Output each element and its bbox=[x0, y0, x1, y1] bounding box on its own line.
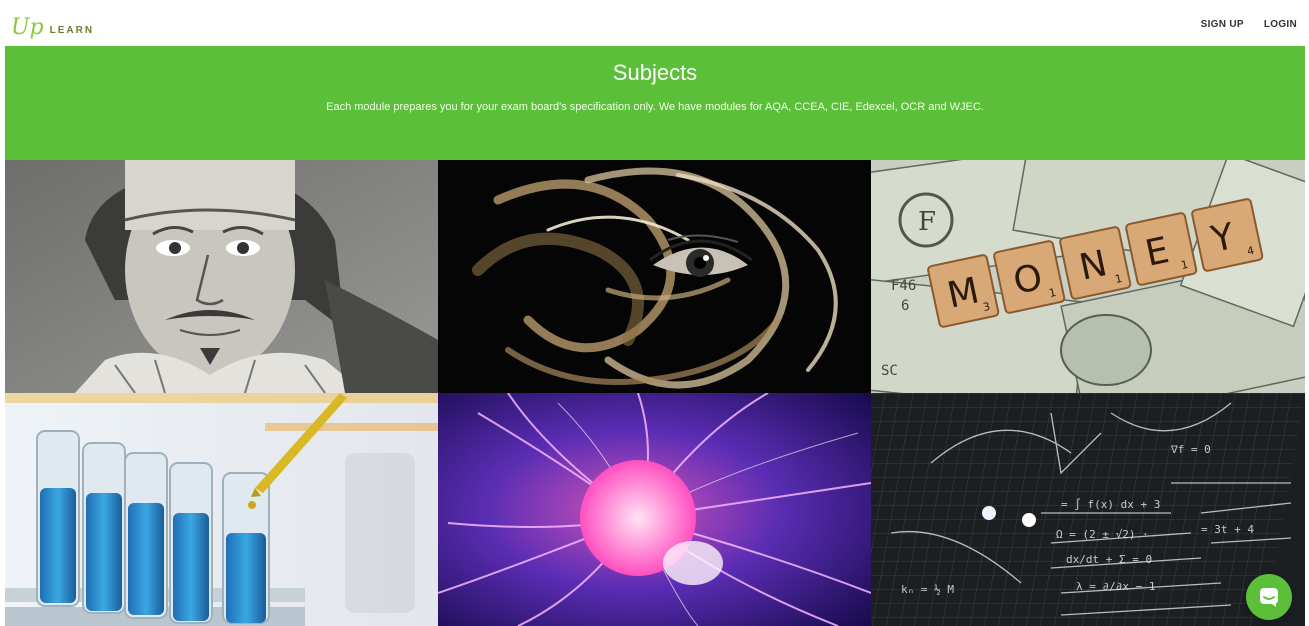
subjects-banner: Subjects Each module prepares you for yo… bbox=[5, 46, 1305, 160]
scrabble-tile: E1 bbox=[1125, 212, 1198, 286]
svg-text:= ∫ f(x) dx + 3: = ∫ f(x) dx + 3 bbox=[1061, 498, 1160, 511]
eye-smoke-image bbox=[438, 160, 871, 393]
banner-subtitle: Each module prepares you for your exam b… bbox=[326, 101, 984, 113]
svg-text:6: 6 bbox=[901, 298, 909, 314]
subject-tile-economics[interactable]: F F46 6 SC M3O1N1E1Y4 bbox=[871, 160, 1305, 393]
nav-links: SIGN UP LOGIN bbox=[1201, 19, 1297, 30]
login-link[interactable]: LOGIN bbox=[1264, 19, 1297, 30]
scrabble-tile: O1 bbox=[993, 240, 1066, 314]
svg-text:SC: SC bbox=[881, 363, 898, 379]
svg-text:Ω = (2 ± √2) ·: Ω = (2 ± √2) · bbox=[1056, 528, 1149, 541]
plasma-ball-image bbox=[438, 393, 871, 626]
money-image: F F46 6 SC M 3O 1N 1E 1Y 4 bbox=[871, 160, 1305, 393]
svg-text:∇f = 0: ∇f = 0 bbox=[1170, 443, 1211, 456]
subject-tile-chemistry[interactable] bbox=[5, 393, 438, 626]
subject-tile-maths[interactable]: = ∫ f(x) dx + 3 Ω = (2 ± √2) · dx/dt + Σ… bbox=[871, 393, 1305, 626]
logo-text: LEARN bbox=[49, 25, 95, 36]
page: Up LEARN SIGN UP LOGIN Subjects Each mod… bbox=[5, 6, 1305, 626]
subject-grid: F F46 6 SC M3O1N1E1Y4 = ∫ f(x) dx + 3 Ω … bbox=[5, 160, 1305, 626]
page-title: Subjects bbox=[612, 60, 698, 85]
svg-text:kₙ = ½ M: kₙ = ½ M bbox=[901, 583, 954, 596]
subject-tile-english[interactable] bbox=[5, 160, 438, 393]
svg-text:dx/dt + Σ = 0: dx/dt + Σ = 0 bbox=[1066, 553, 1152, 566]
scrabble-tile: Y4 bbox=[1191, 198, 1264, 272]
svg-text:= 3t + 4: = 3t + 4 bbox=[1201, 523, 1254, 536]
subject-tile-psychology[interactable] bbox=[438, 160, 871, 393]
scrabble-tile: N1 bbox=[1059, 226, 1132, 300]
chat-button[interactable] bbox=[1246, 574, 1292, 620]
svg-text:F46: F46 bbox=[891, 278, 916, 294]
maths-equations-image: = ∫ f(x) dx + 3 Ω = (2 ± √2) · dx/dt + Σ… bbox=[871, 393, 1305, 626]
subject-tile-physics[interactable] bbox=[438, 393, 871, 626]
chat-icon bbox=[1260, 588, 1278, 607]
svg-text:λ = ∂/∂x − 1: λ = ∂/∂x − 1 bbox=[1076, 580, 1155, 593]
top-navbar: Up LEARN SIGN UP LOGIN bbox=[5, 6, 1305, 46]
svg-text:F: F bbox=[918, 207, 936, 237]
scrabble-tile: M3 bbox=[927, 254, 1000, 328]
test-tubes-image bbox=[5, 393, 438, 626]
uplearn-logo[interactable]: Up LEARN bbox=[11, 13, 94, 39]
signup-link[interactable]: SIGN UP bbox=[1201, 19, 1244, 30]
logo-mark: Up bbox=[11, 15, 44, 40]
shakespeare-image bbox=[5, 160, 438, 393]
